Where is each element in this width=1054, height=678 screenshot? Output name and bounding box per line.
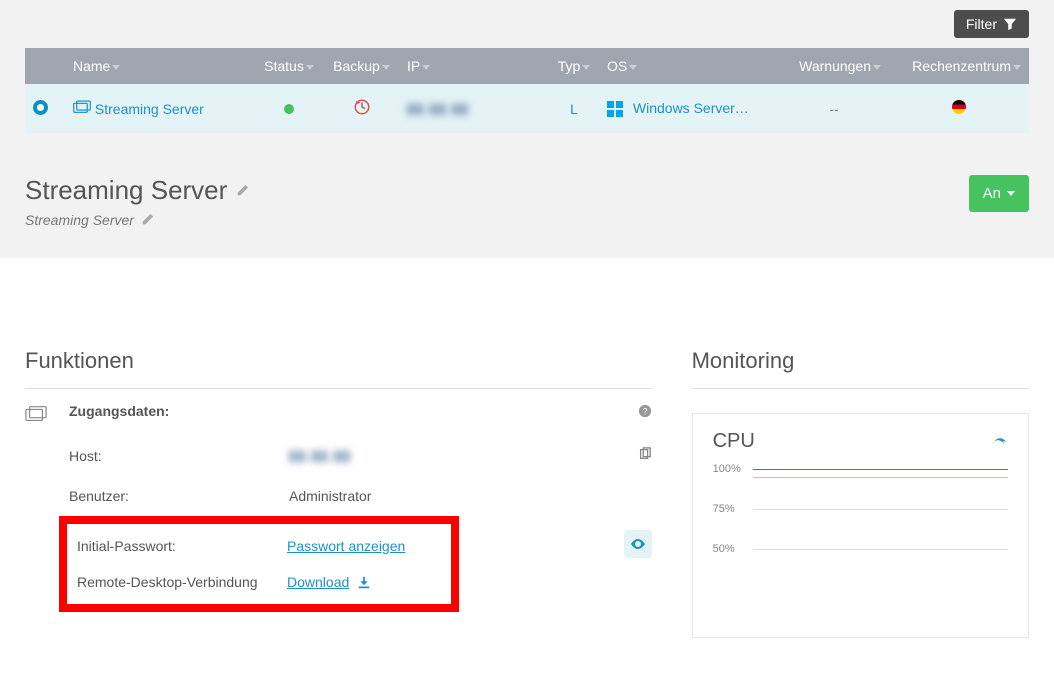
grid-label: 50%: [713, 543, 735, 555]
help-icon[interactable]: ?: [638, 404, 652, 418]
grid-line: [753, 549, 1008, 550]
ip-value: ▮▮.▮▮.▮▮: [407, 100, 469, 116]
server-name-link[interactable]: Streaming Server: [95, 101, 204, 117]
highlight-box: Initial-Passwort: Passwort anzeigen Remo…: [59, 516, 459, 612]
col-ip[interactable]: IP: [399, 48, 549, 84]
grid-label: 100%: [713, 463, 741, 475]
download-icon[interactable]: [357, 576, 371, 590]
page-title: Streaming Server: [25, 175, 249, 206]
detail-header: Streaming Server Streaming Server An: [0, 153, 1054, 258]
grid-label: 75%: [713, 503, 735, 515]
user-row: Benutzer: Administrator: [69, 476, 652, 516]
monitoring-column: Monitoring CPU 100% 75% 50%: [692, 348, 1029, 638]
password-row: Initial-Passwort: Passwort anzeigen: [67, 528, 441, 564]
grid-line: [753, 509, 1008, 510]
filter-button[interactable]: Filter: [954, 10, 1029, 38]
copy-host-icon[interactable]: [638, 447, 652, 461]
cpu-chart: 100%75%50%: [713, 467, 1008, 627]
row-radio[interactable]: [33, 100, 48, 115]
host-value: ▮▮.▮▮.▮▮: [289, 447, 351, 463]
cpu-title: CPU: [713, 430, 755, 453]
user-value: Administrator: [289, 488, 622, 504]
server-row[interactable]: Streaming Server ▮▮.▮▮.▮▮ L Windows Serv…: [25, 84, 1029, 133]
status-dot-icon: [284, 104, 294, 114]
credentials-icon: [25, 405, 47, 423]
rdp-label: Remote-Desktop-Verbindung: [67, 574, 287, 590]
svg-text:?: ?: [642, 407, 647, 417]
col-warnings[interactable]: Warnungen: [779, 48, 889, 84]
server-table: Name Status Backup IP Typ OS Warnungen R…: [25, 48, 1029, 133]
filter-row: Filter: [25, 0, 1029, 48]
eye-icon: [630, 536, 646, 552]
backup-icon[interactable]: [353, 98, 371, 116]
type-value: L: [549, 84, 599, 133]
host-row: Host: ▮▮.▮▮.▮▮: [69, 435, 652, 476]
filter-label: Filter: [966, 16, 997, 32]
edit-subtitle-icon[interactable]: [140, 213, 154, 227]
col-os[interactable]: OS: [599, 48, 779, 84]
show-password-link[interactable]: Passwort anzeigen: [287, 538, 405, 554]
password-label: Initial-Passwort:: [67, 538, 287, 554]
server-list-panel: Filter Name Status Backup IP Typ OS Warn…: [0, 0, 1054, 153]
threshold-line: [753, 469, 1008, 470]
col-datacenter[interactable]: Rechenzentrum: [889, 48, 1029, 84]
reveal-password-button[interactable]: [624, 530, 652, 558]
monitoring-title: Monitoring: [692, 348, 1029, 389]
col-name[interactable]: Name: [65, 48, 254, 84]
edit-title-icon[interactable]: [235, 184, 249, 198]
warnings-value: --: [779, 84, 889, 133]
funktionen-title: Funktionen: [25, 348, 652, 389]
power-status-button[interactable]: An: [969, 175, 1029, 212]
rdp-download-link[interactable]: Download: [287, 574, 349, 590]
funktionen-column: Funktionen Zugangsdaten: ? Host: ▮▮.▮▮.▮…: [25, 348, 652, 638]
rdp-row: Remote-Desktop-Verbindung Download: [67, 564, 441, 600]
server-icon: [73, 100, 91, 114]
col-backup[interactable]: Backup: [324, 48, 399, 84]
os-value[interactable]: Windows Server…: [633, 100, 749, 116]
cpu-card: CPU 100% 75% 50%: [692, 413, 1029, 638]
page-subtitle: Streaming Server: [25, 212, 249, 228]
col-type[interactable]: Typ: [549, 48, 599, 84]
share-icon[interactable]: [992, 434, 1008, 450]
user-label: Benutzer:: [69, 488, 289, 504]
col-status[interactable]: Status: [254, 48, 324, 84]
windows-icon: [607, 101, 623, 117]
host-label: Host:: [69, 448, 289, 464]
content-columns: Funktionen Zugangsdaten: ? Host: ▮▮.▮▮.▮…: [0, 258, 1054, 648]
zugangsdaten-label: Zugangsdaten:: [69, 403, 169, 419]
threshold-line: [753, 477, 1008, 478]
filter-icon: [1003, 17, 1017, 31]
flag-de-icon: [952, 100, 966, 114]
